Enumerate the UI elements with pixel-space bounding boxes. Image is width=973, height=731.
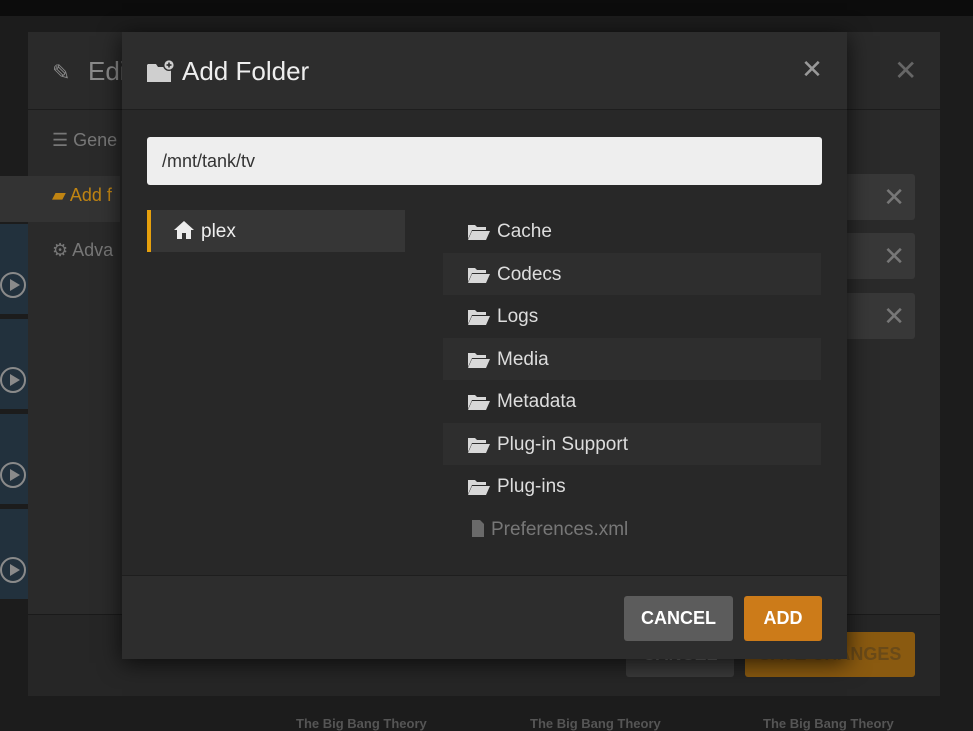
nav-item-advanced[interactable]: ⚙ Adva <box>52 240 113 261</box>
poster-strip <box>0 414 30 504</box>
folder-item[interactable]: Codecs <box>443 252 821 295</box>
folder-path-input[interactable] <box>147 137 822 185</box>
play-icon[interactable] <box>0 272 26 298</box>
poster-strip <box>0 319 30 409</box>
top-bar <box>0 0 973 16</box>
nav-label: Adva <box>72 240 114 260</box>
folder-name: Plug-ins <box>497 476 566 497</box>
folder-item[interactable]: Plug-in Support <box>443 422 821 465</box>
edit-dialog-title: Edi <box>88 56 126 86</box>
modal-title: Add Folder <box>182 56 310 86</box>
list-icon: ☰ <box>52 130 74 150</box>
pencil-icon: ✎ <box>52 60 71 85</box>
root-folder-plex[interactable]: plex <box>147 210 405 252</box>
folder-item[interactable]: Logs <box>443 295 821 338</box>
play-icon[interactable] <box>0 367 26 393</box>
poster-caption: The Big Bang Theory <box>296 716 427 731</box>
remove-icon[interactable]: ✕ <box>883 182 905 213</box>
nav-label: Gene <box>73 130 118 150</box>
folder-plus-icon <box>147 59 175 82</box>
nav-item-add-folders[interactable]: ▰ Add f <box>52 185 112 206</box>
folder-item[interactable]: Metadata <box>443 380 821 423</box>
folder-open-icon <box>468 395 490 410</box>
modal-header: Add Folder ✕ <box>122 32 847 110</box>
folder-name: Metadata <box>497 391 577 412</box>
folder-item[interactable]: Media <box>443 337 821 380</box>
folder-item[interactable]: Cache <box>443 210 821 253</box>
folder-name: Codecs <box>497 263 562 285</box>
folder-open-icon <box>468 310 490 325</box>
close-icon[interactable]: ✕ <box>894 54 917 87</box>
home-icon <box>174 221 194 239</box>
remove-icon[interactable]: ✕ <box>883 301 905 332</box>
root-folder-label: plex <box>201 221 236 242</box>
gear-icon: ⚙ <box>52 240 73 260</box>
cancel-button[interactable]: CANCEL <box>624 596 733 641</box>
folder-listing: Cache Codecs Logs Media Metadata Plug-in… <box>443 210 821 550</box>
folder-item[interactable]: Plug-ins <box>443 465 821 508</box>
poster-caption: The Big Bang Theory <box>530 716 661 731</box>
file-icon <box>472 519 484 537</box>
file-item: Preferences.xml <box>443 508 821 551</box>
folder-open-icon <box>468 437 490 453</box>
nav-label: Add f <box>69 185 112 205</box>
folder-open-icon <box>468 225 490 240</box>
close-icon[interactable]: ✕ <box>800 55 824 83</box>
remove-icon[interactable]: ✕ <box>883 241 905 272</box>
poster-caption: The Big Bang Theory <box>763 716 894 731</box>
folder-open-icon <box>468 352 490 368</box>
folder-name: Media <box>497 348 549 370</box>
play-icon[interactable] <box>0 462 26 488</box>
play-icon[interactable] <box>0 557 26 583</box>
add-button[interactable]: ADD <box>744 596 822 641</box>
file-name: Preferences.xml <box>491 518 629 540</box>
folder-name: Plug-in Support <box>497 433 628 455</box>
folder-name: Logs <box>497 306 539 327</box>
poster-strip <box>0 509 30 599</box>
folder-open-icon <box>468 267 490 283</box>
folder-open-icon <box>468 480 490 495</box>
poster-strip <box>0 224 30 314</box>
folder-icon: ▰ <box>52 185 70 205</box>
nav-item-general[interactable]: ☰ Gene <box>52 130 117 151</box>
modal-footer: CANCEL ADD <box>122 575 847 659</box>
folder-name: Cache <box>497 221 552 242</box>
add-folder-modal: Add Folder ✕ plex Cache Codecs Logs Medi… <box>122 32 847 659</box>
